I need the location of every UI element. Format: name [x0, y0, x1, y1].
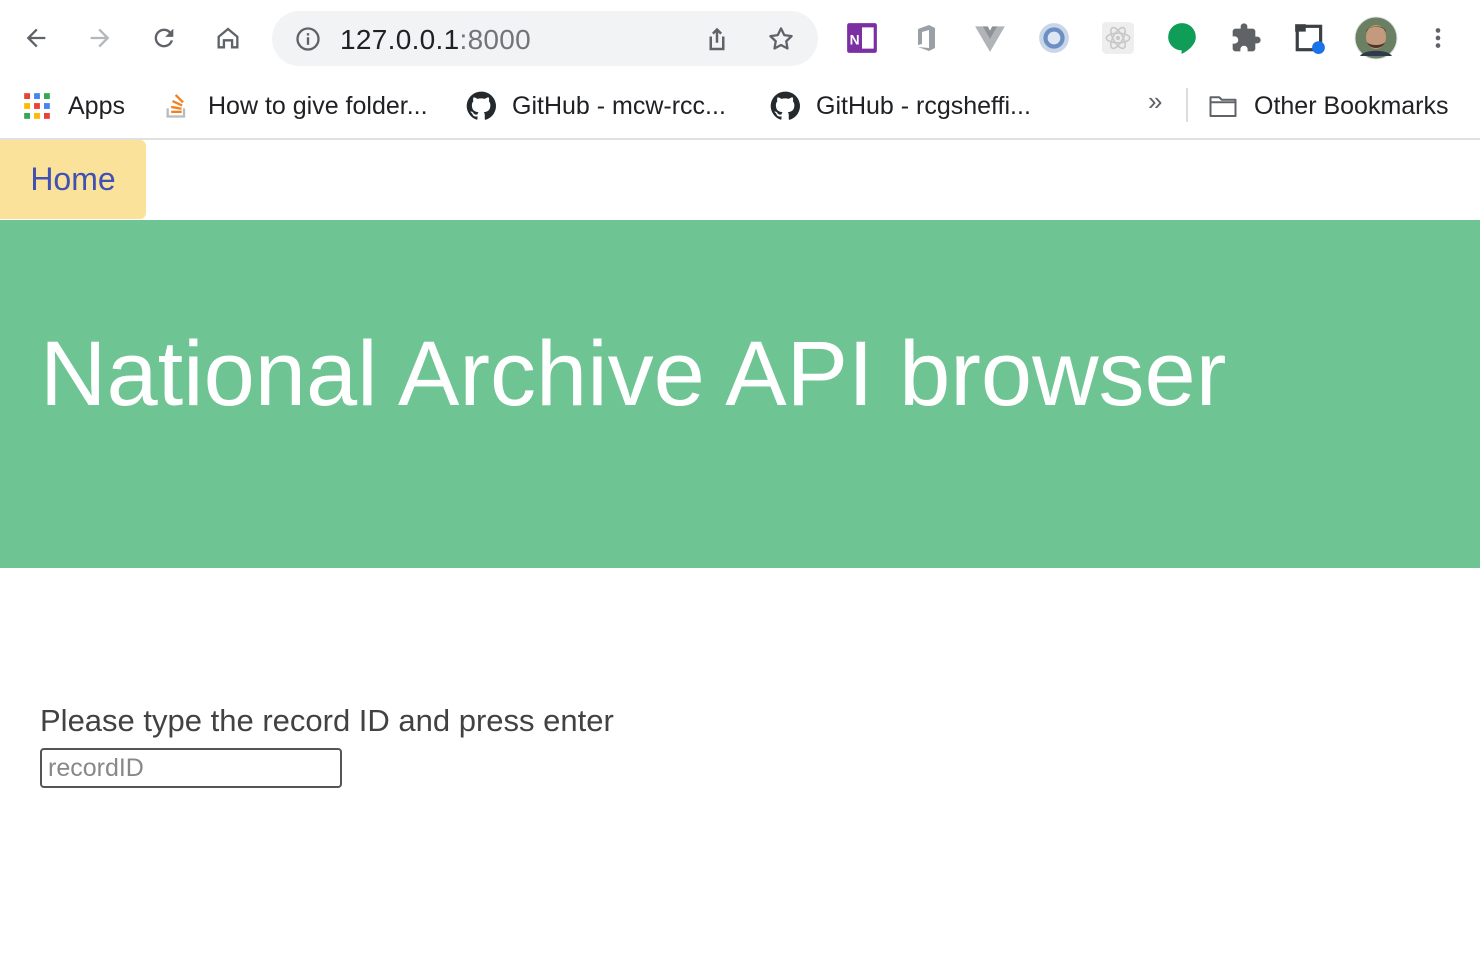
- arrow-right-icon: [90, 28, 110, 48]
- bookmarks-divider: [1186, 88, 1188, 122]
- github-icon: [466, 91, 496, 121]
- record-id-prompt: Please type the record ID and press ente…: [40, 703, 614, 738]
- other-bookmarks-folder[interactable]: Other Bookmarks: [1208, 88, 1449, 124]
- apps-grid-icon: [22, 91, 52, 121]
- bookmark-label: Apps: [68, 91, 125, 120]
- bookmark-label: Other Bookmarks: [1254, 91, 1449, 120]
- more-vertical-icon: [1435, 28, 1441, 48]
- vue-devtools-icon[interactable]: [972, 20, 1008, 56]
- bookmarks-overflow-button[interactable]: »: [1148, 86, 1162, 117]
- url-host: 127.0.0.1: [340, 24, 460, 55]
- forward-button[interactable]: [78, 16, 122, 60]
- url-port: :8000: [459, 24, 532, 55]
- bookmark-apps[interactable]: Apps: [22, 88, 125, 124]
- browser-menu-button[interactable]: [1416, 16, 1460, 60]
- bookmark-label: How to give folder...: [208, 91, 428, 120]
- folder-icon: [1208, 91, 1238, 121]
- profile-avatar[interactable]: [1354, 16, 1398, 60]
- stackoverflow-icon: [162, 91, 192, 121]
- star-icon[interactable]: [766, 24, 796, 54]
- url-text[interactable]: 127.0.0.1:8000: [340, 24, 531, 56]
- extensions-puzzle-icon[interactable]: [1228, 20, 1264, 56]
- jsonview-icon[interactable]: [1036, 20, 1072, 56]
- svg-text:N: N: [850, 31, 860, 47]
- arrow-left-icon: [26, 28, 46, 48]
- bookmark-label: GitHub - mcw-rcc...: [512, 91, 726, 120]
- house-icon: [217, 27, 239, 49]
- react-devtools-icon[interactable]: [1100, 20, 1136, 56]
- tab-capture-icon[interactable]: [1292, 20, 1328, 56]
- address-bar[interactable]: 127.0.0.1:8000: [272, 11, 818, 66]
- bookmark-github-mcw[interactable]: GitHub - mcw-rcc...: [466, 88, 726, 124]
- nav-home-link[interactable]: Home: [0, 140, 146, 219]
- hero-banner: National Archive API browser: [0, 220, 1480, 568]
- bookmarks-bar: Apps How to give folder... GitHub - mcw-…: [0, 76, 1480, 140]
- bookmark-label: GitHub - rcgsheffi...: [816, 91, 1031, 120]
- hangouts-icon[interactable]: [1164, 20, 1200, 56]
- info-icon[interactable]: [294, 25, 322, 53]
- record-id-input[interactable]: [40, 748, 342, 788]
- back-button[interactable]: [14, 16, 58, 60]
- reload-button[interactable]: [142, 16, 186, 60]
- bookmark-stackoverflow[interactable]: How to give folder...: [162, 88, 428, 124]
- share-icon[interactable]: [702, 24, 732, 54]
- github-icon: [770, 91, 800, 121]
- reload-icon: [154, 28, 174, 48]
- page-title: National Archive API browser: [40, 323, 1227, 425]
- home-button[interactable]: [206, 16, 250, 60]
- onenote-icon[interactable]: N: [844, 20, 880, 56]
- browser-toolbar: 127.0.0.1:8000 N: [0, 0, 1480, 76]
- bookmark-github-rcgsheffield[interactable]: GitHub - rcgsheffi...: [770, 88, 1031, 124]
- office-icon[interactable]: [908, 20, 944, 56]
